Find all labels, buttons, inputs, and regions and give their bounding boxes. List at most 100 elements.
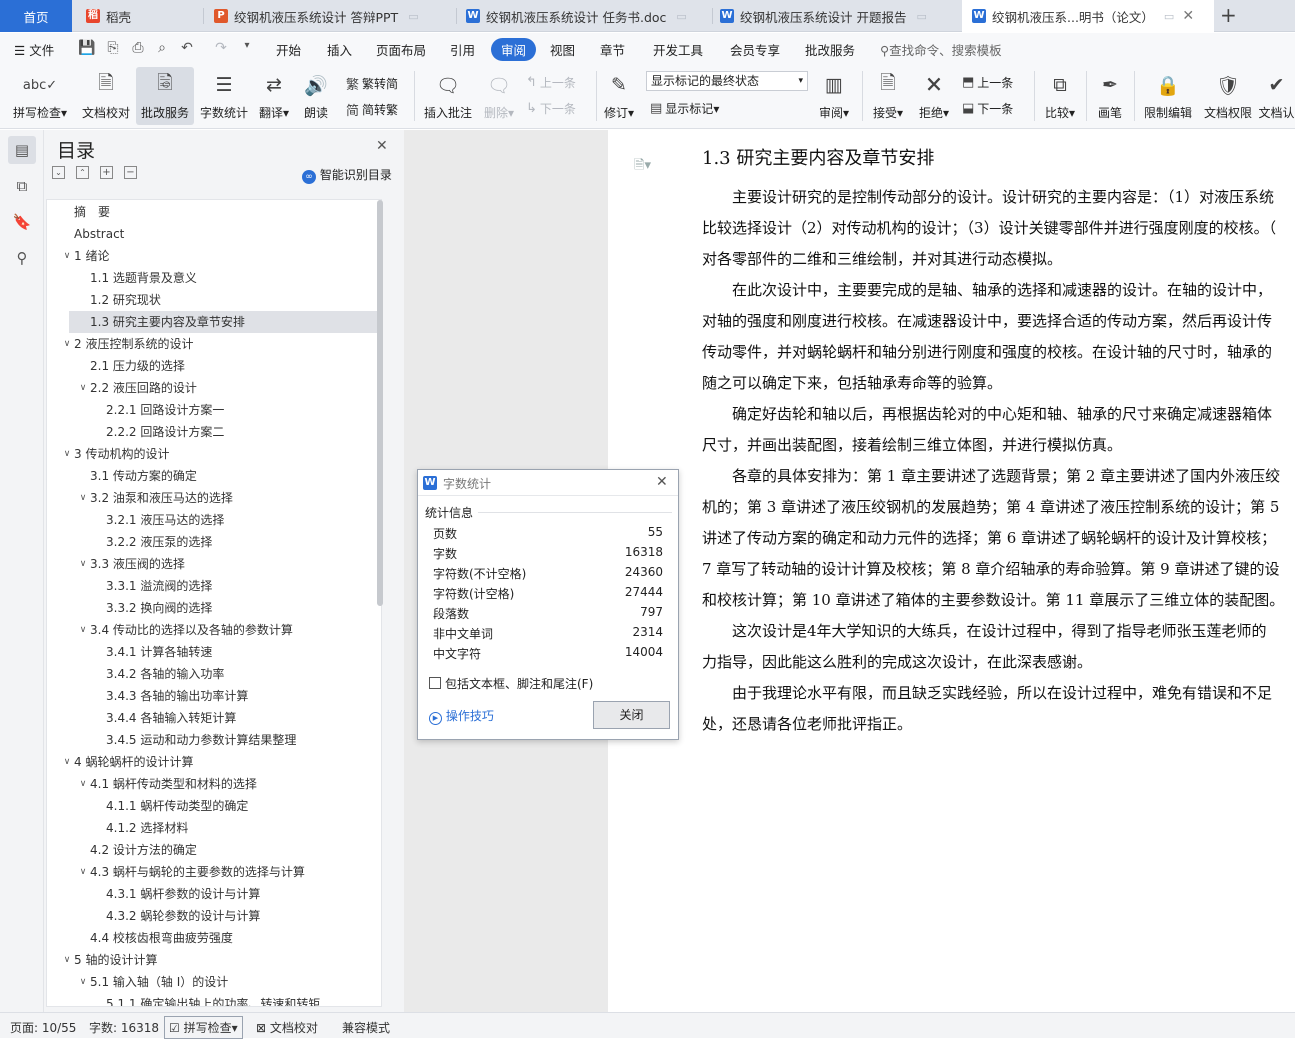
menu-member[interactable]: 会员专享 — [730, 40, 780, 59]
toc-scrollbar[interactable] — [377, 200, 383, 606]
close-icon[interactable]: ✕ — [376, 138, 388, 154]
toc-item[interactable]: ∨ 3 传动机构的设计 — [47, 443, 377, 465]
toc-item[interactable]: ∨ 4 蜗轮蜗杆的设计计算 — [47, 751, 377, 773]
tab-proposal[interactable]: W 绞钢机液压系统设计 开题报告 ▭ — [720, 0, 958, 32]
chevron-down-icon[interactable]: ∨ — [61, 333, 73, 355]
menu-chapter[interactable]: 章节 — [600, 40, 625, 59]
doc-permission-button[interactable]: 🛡 文档权限 — [1200, 67, 1256, 125]
page-indicator[interactable]: 页面: 10/55 — [10, 1019, 76, 1036]
chevron-down-icon[interactable]: ∨ — [77, 971, 89, 993]
toc-item[interactable]: 2.2.2 回路设计方案二 — [47, 421, 377, 443]
reject-button[interactable]: 🗙 拒绝▾ — [914, 67, 954, 125]
toc-item[interactable]: 3.1 传动方案的确定 — [47, 465, 377, 487]
delete-comment-button[interactable]: 🗨 删除▾ — [480, 67, 518, 125]
tab-home[interactable]: 首页 — [0, 0, 72, 32]
toc-item[interactable]: 3.3.1 溢流阀的选择 — [47, 575, 377, 597]
menu-insert[interactable]: 插入 — [327, 40, 352, 59]
close-button[interactable]: 关闭 — [593, 701, 670, 729]
toc-item[interactable]: 4.3.1 蜗杆参数的设计与计算 — [47, 883, 377, 905]
tab-task-screen-icon[interactable]: ▭ — [676, 10, 686, 23]
expand-up-icon[interactable]: ⌃ — [76, 166, 89, 179]
bookmark-icon[interactable]: 🔖 — [8, 208, 36, 236]
toc-item[interactable]: 3.4.5 运动和动力参数计算结果整理 — [47, 729, 377, 751]
include-textbox-checkbox[interactable] — [429, 677, 441, 689]
toc-item[interactable]: 4.4 校核齿根弯曲疲劳强度 — [47, 927, 377, 949]
menu-developer[interactable]: 开发工具 — [653, 40, 703, 59]
toc-item[interactable]: 4.1.2 选择材料 — [47, 817, 377, 839]
menu-review-service[interactable]: 批改服务 — [805, 40, 855, 59]
compare-button[interactable]: ⧉ 比较▾ — [1040, 67, 1080, 125]
redo-icon[interactable]: ↷ — [212, 40, 230, 56]
next-change-button[interactable]: ⬓ 下一条 — [962, 100, 1013, 117]
read-aloud-button[interactable]: 🔊 朗读 — [298, 67, 334, 125]
doc-check-button[interactable]: 🗎 文档校对 — [78, 67, 134, 125]
revise-button[interactable]: ✎ 修订▾ — [600, 67, 638, 125]
toc-item[interactable]: 3.2.1 液压马达的选择 — [47, 509, 377, 531]
chevron-down-icon[interactable]: ∨ — [77, 553, 89, 575]
markup-state-select[interactable]: 显示标记的最终状态 ▾ — [646, 71, 808, 91]
collapse-all-icon[interactable]: ⌄ — [52, 166, 65, 179]
menu-review-active[interactable]: 审阅 — [491, 38, 537, 61]
toc-item[interactable]: ∨ 2.2 液压回路的设计 — [47, 377, 377, 399]
tips-link[interactable]: ▶ 操作技巧 — [429, 707, 494, 725]
word-count-button[interactable]: ☰ 字数统计 — [196, 67, 252, 125]
tab-thesis-screen-icon[interactable]: ▭ — [1164, 10, 1174, 23]
prev-change-button[interactable]: ⬒ 上一条 — [962, 74, 1013, 91]
proof-status[interactable]: ⊠ 文档校对 — [256, 1019, 318, 1036]
include-textbox-label[interactable]: 包括文本框、脚注和尾注(F) — [445, 675, 593, 692]
tab-ppt[interactable]: P 绞钢机液压系统设计 答辩PPT ▭ — [214, 0, 454, 32]
chevron-down-icon[interactable]: ∨ — [61, 245, 73, 267]
to-traditional-button[interactable]: 繁繁转简 — [346, 74, 398, 93]
tab-ppt-screen-icon[interactable]: ▭ — [408, 10, 418, 23]
translate-button[interactable]: ⇄ 翻译▾ — [256, 67, 292, 125]
chapter-pane-icon[interactable]: ⧉ — [8, 172, 36, 200]
new-tab-icon[interactable]: + — [1220, 3, 1237, 27]
toc-item[interactable]: ∨ 1 绪论 — [47, 245, 377, 267]
toc-item[interactable]: 3.4.3 各轴的输出功率计算 — [47, 685, 377, 707]
chevron-down-icon[interactable]: ∨ — [77, 773, 89, 795]
toc-item[interactable]: ∨ 4.1 蜗杆传动类型和材料的选择 — [47, 773, 377, 795]
insert-comment-button[interactable]: 🗨 插入批注 — [420, 67, 476, 125]
chevron-down-icon[interactable]: ∨ — [77, 377, 89, 399]
review-pane-button[interactable]: ▥ 审阅▾ — [814, 67, 854, 125]
toc-item[interactable]: 5.1.1 确定输出轴上的功率、转速和转矩 — [47, 993, 377, 1006]
quick-access-dropdown-icon[interactable]: ▾ — [238, 40, 256, 51]
toc-item[interactable]: 摘 要 — [47, 201, 377, 223]
command-search[interactable]: ⚲查找命令、搜索模板 — [880, 40, 1002, 59]
search-icon[interactable]: ⚲ — [8, 244, 36, 272]
toc-item[interactable]: 4.1.1 蜗杆传动类型的确定 — [47, 795, 377, 817]
save-icon[interactable]: 💾 — [78, 40, 96, 56]
chevron-down-icon[interactable]: ∨ — [61, 751, 73, 773]
menu-start[interactable]: 开始 — [276, 40, 301, 59]
tab-daoke[interactable]: 稻 稻壳 — [86, 0, 196, 32]
toc-item[interactable]: ∨ 4.3 蜗杆与蜗轮的主要参数的选择与计算 — [47, 861, 377, 883]
prev-comment-button[interactable]: ↰ 上一条 — [526, 74, 576, 91]
toc-item[interactable]: 2.1 压力级的选择 — [47, 355, 377, 377]
export-pdf-icon[interactable]: ⎘ — [104, 40, 122, 56]
toc-item[interactable]: 2.2.1 回路设计方案一 — [47, 399, 377, 421]
tab-proposal-screen-icon[interactable]: ▭ — [916, 10, 926, 23]
menu-references[interactable]: 引用 — [450, 40, 475, 59]
toc-item[interactable]: 3.4.4 各轴输入转矩计算 — [47, 707, 377, 729]
tab-close-icon[interactable]: ✕ — [1182, 8, 1194, 24]
toc-pane-icon[interactable]: ▤ — [8, 136, 36, 164]
next-comment-button[interactable]: ↳ 下一条 — [526, 100, 576, 117]
toc-item[interactable]: 3.2.2 液压泵的选择 — [47, 531, 377, 553]
doc-auth-button[interactable]: ✔ 文档认 — [1258, 67, 1295, 125]
accept-button[interactable]: 🗎 接受▾ — [868, 67, 908, 125]
chevron-down-icon[interactable]: ∨ — [61, 443, 73, 465]
toc-item[interactable]: Abstract — [47, 223, 377, 245]
collapse-icon[interactable]: − — [124, 166, 137, 179]
menu-view[interactable]: 视图 — [550, 40, 575, 59]
file-menu[interactable]: ☰ 文件 — [14, 40, 54, 59]
toc-item[interactable]: 1.3 研究主要内容及章节安排 — [69, 311, 377, 333]
toc-item[interactable]: ∨ 3.3 液压阀的选择 — [47, 553, 377, 575]
toc-item[interactable]: 1.2 研究现状 — [47, 289, 377, 311]
toc-item[interactable]: ∨ 3.2 油泵和液压马达的选择 — [47, 487, 377, 509]
toc-item[interactable]: 3.4.1 计算各轴转速 — [47, 641, 377, 663]
smart-toc-button[interactable]: ∞ 智能识别目录 — [302, 166, 392, 184]
review-service-button[interactable]: 🗟 批改服务 — [136, 67, 194, 125]
chevron-down-icon[interactable]: ∨ — [77, 487, 89, 509]
document-page[interactable]: 🗎▾ 1.3 研究主要内容及章节安排 主要设计研究的是控制传动部分的设计。设计研… — [608, 130, 1295, 1012]
to-simplified-button[interactable]: 简简转繁 — [346, 100, 398, 119]
